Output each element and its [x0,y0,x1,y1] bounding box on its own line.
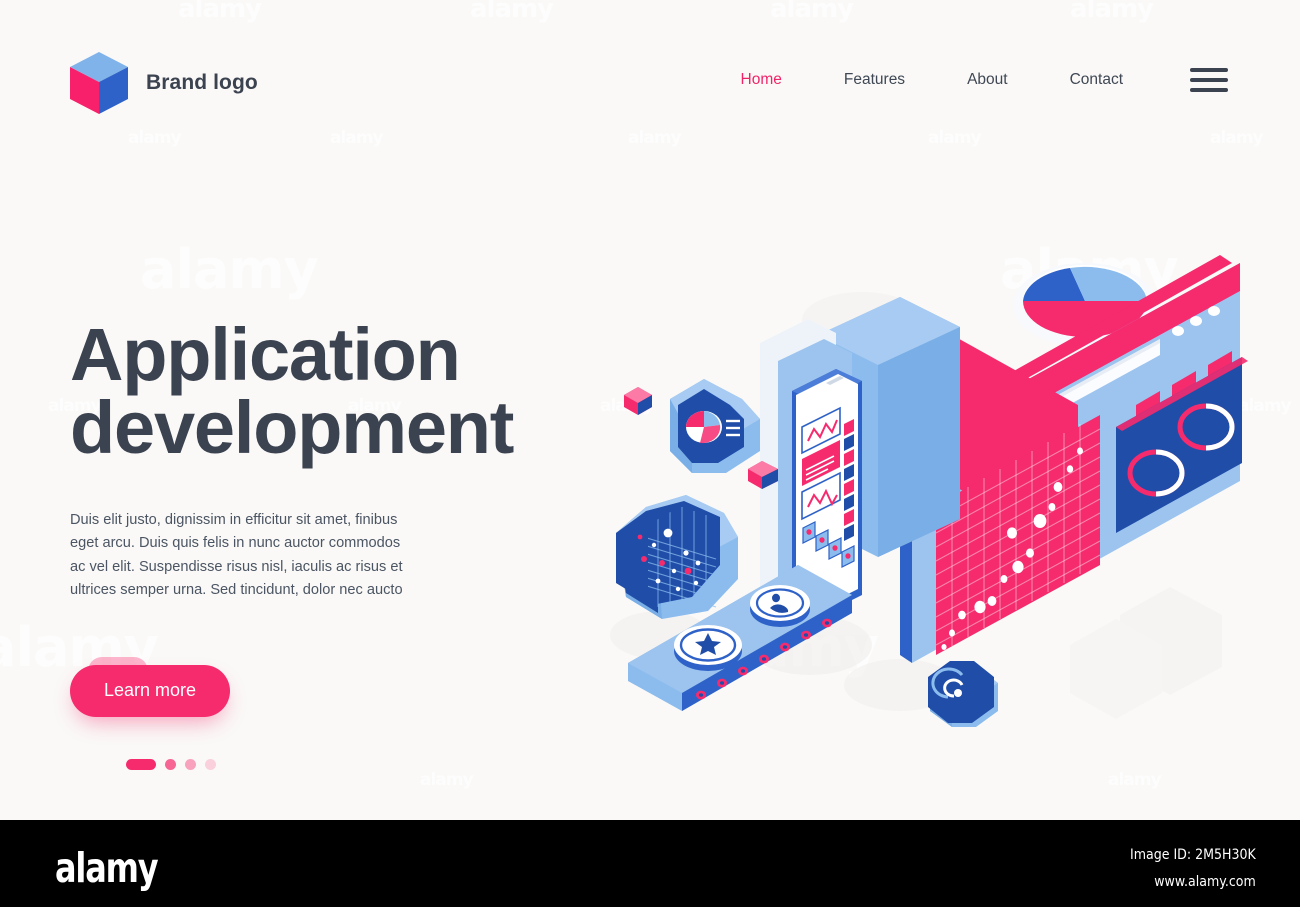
carousel-dot-4[interactable] [205,759,216,771]
nav-item-contact[interactable]: Contact [1039,71,1154,89]
watermark-text: alamy [140,238,319,301]
page-title: Application development [70,318,540,465]
cta-wrapper: Learn more [70,657,270,718]
octagon-grid-block [616,495,738,619]
isometric-cube-icon [70,52,128,114]
hamburger-bar [1190,88,1228,92]
octagon-donut-block [670,379,760,473]
carousel-dot-1[interactable] [126,759,156,771]
brand[interactable]: Brand logo [70,52,258,114]
hamburger-bar [1190,68,1228,72]
hero-paragraph: Duis elit justo, dignissim in efficitur … [70,511,403,599]
carousel-dot-3[interactable] [185,759,196,771]
octagon-spiral-block [928,661,998,727]
alamy-url[interactable]: www.alamy.com [1130,869,1256,896]
nav-item-about[interactable]: About [936,71,1039,89]
hamburger-menu-icon[interactable] [1190,68,1228,92]
landing-page: alamy alamy alamy alamy alamy alamy alam… [0,0,1300,820]
page-title-line2: development [70,386,514,470]
watermark-text: alamy [420,770,474,790]
nav-item-features[interactable]: Features [813,71,936,89]
main-nav: Home Features About Contact [710,68,1228,92]
hero-section: Application development Duis elit justo,… [70,318,540,771]
nav-item-home[interactable]: Home [710,71,813,89]
learn-more-button[interactable]: Learn more [70,665,231,718]
site-header: Brand logo Home Features About Contact [0,0,1300,160]
footer-meta: Image ID: 2M5H30K www.alamy.com [1116,842,1256,897]
page-title-line1: Application [70,313,461,396]
brand-name: Brand logo [146,71,258,94]
carousel-dot-2[interactable] [165,759,176,771]
star-badge [674,625,742,671]
isometric-app-development-illustration [600,215,1280,785]
hamburger-bar [1190,78,1228,82]
alamy-logo: alamy [55,844,159,892]
user-badge [750,585,810,627]
carousel-dots [126,759,540,771]
image-id: Image ID: 2M5H30K [1130,847,1256,863]
alamy-footer-bar: alamy Image ID: 2M5H30K www.alamy.com [0,820,1300,907]
